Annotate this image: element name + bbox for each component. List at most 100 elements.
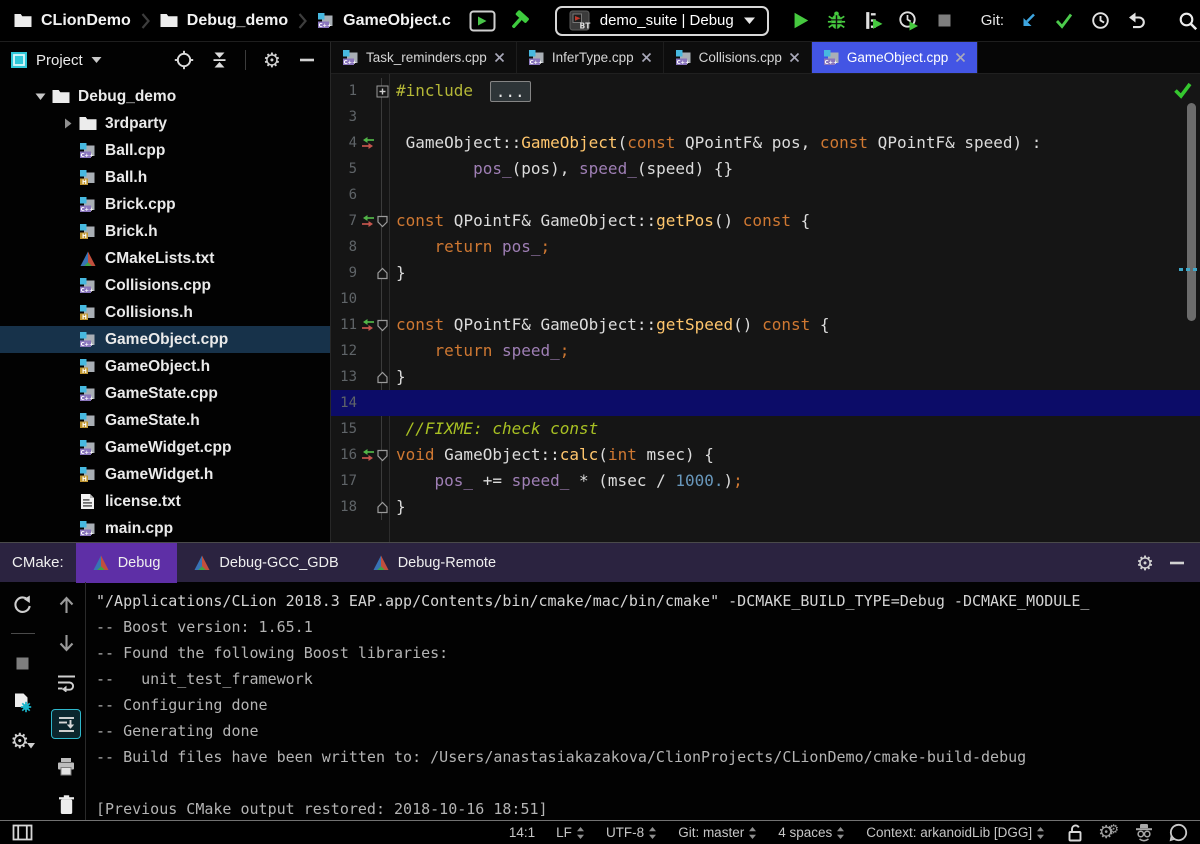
code-line[interactable]: 4 GameObject::GameObject(const QPointF& … [331,130,1200,156]
privacy-icon[interactable] [1134,823,1154,842]
cmake-settings-button[interactable]: ⚙ [10,729,36,753]
cmake-profile-tab-debug-gcc-gdb[interactable]: Debug-GCC_GDB [177,543,355,583]
panel-settings-button[interactable]: ⚙ [259,47,285,73]
code-line[interactable]: 15 //FIXME: check const [331,416,1200,442]
profile-button[interactable] [895,7,923,35]
collapse-all-button[interactable] [206,47,232,73]
code-line[interactable]: 16void GameObject::calc(int msec) { [331,442,1200,468]
tree-item-3rdparty[interactable]: 3rdparty [0,110,330,137]
print-button[interactable] [53,754,79,778]
hide-panel-button[interactable] [294,47,320,73]
scroll-to-end-button[interactable] [51,709,81,739]
search-everywhere-button[interactable] [1174,7,1200,35]
project-view-selector[interactable]: Project [10,51,102,69]
tree-item-collisions-h[interactable]: HCollisions.h [0,299,330,326]
status-item-context-arkanoidlib-dgg-[interactable]: Context: arkanoidLib [DGG] [866,825,1045,840]
nav-arrows-icon[interactable] [359,136,376,150]
tree-item-brick-cpp[interactable]: C++Brick.cpp [0,191,330,218]
tree-item-gameobject-h[interactable]: HGameObject.h [0,353,330,380]
tree-item-collisions-cpp[interactable]: C++Collisions.cpp [0,272,330,299]
git-update-project-button[interactable] [1014,7,1042,35]
soft-wrap-button[interactable] [53,670,79,694]
status-item-14-1[interactable]: 14:1 [509,825,535,840]
code-line[interactable]: 6 [331,182,1200,208]
nav-arrows-icon[interactable] [359,214,376,228]
breadcrumb-item[interactable]: Debug_demo [160,12,288,30]
tree-item-brick-h[interactable]: HBrick.h [0,218,330,245]
tree-expander-icon[interactable] [57,117,77,130]
code-line[interactable]: 10 [331,286,1200,312]
close-tab-icon[interactable] [494,52,505,63]
editor-tab-task-reminders-cpp[interactable]: C++Task_reminders.cpp [331,42,517,73]
stop-button[interactable] [931,7,959,35]
tree-item-gamewidget-cpp[interactable]: C++GameWidget.cpp [0,434,330,461]
fold-start-icon[interactable] [376,449,389,462]
status-item-4-spaces[interactable]: 4 spaces [778,825,845,840]
code-line[interactable]: 8 return pos_; [331,234,1200,260]
cmake-profile-tab-debug-remote[interactable]: Debug-Remote [356,543,513,583]
toolwindow-toggle-icon[interactable] [12,824,33,841]
close-tab-icon[interactable] [641,52,652,63]
editor-tab-gameobject-cpp[interactable]: C++GameObject.cpp [812,42,978,73]
run-anything-button[interactable] [469,7,497,35]
editor-tab-collisions-cpp[interactable]: C++Collisions.cpp [664,42,812,73]
hide-cmake-panel-icon[interactable] [1170,561,1184,565]
tree-item-main-cpp[interactable]: C++main.cpp [0,515,330,542]
run-button[interactable] [787,7,815,35]
code-line[interactable]: 14 [331,390,1200,416]
git-rollback-button[interactable] [1122,7,1150,35]
fold-end-icon[interactable] [376,371,389,384]
tree-item-license-txt[interactable]: license.txt [0,488,330,515]
code-editor[interactable]: 1#include ...34 GameObject::GameObject(c… [331,74,1200,542]
coverage-button[interactable] [859,7,887,35]
tree-item-gamestate-cpp[interactable]: C++GameState.cpp [0,380,330,407]
tree-item-ball-h[interactable]: HBall.h [0,164,330,191]
code-line[interactable]: 1#include ... [331,78,1200,104]
fold-end-icon[interactable] [376,501,389,514]
code-line[interactable]: 13} [331,364,1200,390]
build-button[interactable] [505,7,533,35]
code-line[interactable]: 11const QPointF& GameObject::getSpeed() … [331,312,1200,338]
fold-start-icon[interactable] [376,215,389,228]
stop-cmake-button[interactable] [10,651,36,675]
nav-arrows-icon[interactable] [359,318,376,332]
close-tab-icon[interactable] [789,52,800,63]
clear-all-button[interactable] [53,793,79,817]
code-line[interactable]: 7const QPointF& GameObject::getPos() con… [331,208,1200,234]
next-message-button[interactable] [53,631,79,655]
tree-item-gamestate-h[interactable]: HGameState.h [0,407,330,434]
fold-plus-icon[interactable] [376,85,389,98]
tree-item-gamewidget-h[interactable]: HGameWidget.h [0,461,330,488]
tree-item-debug-demo[interactable]: Debug_demo [0,83,330,110]
code-line[interactable]: 9} [331,260,1200,286]
tree-item-cmakelists-txt[interactable]: CMakeLists.txt [0,245,330,272]
event-log-icon[interactable] [1169,823,1188,842]
code-line[interactable]: 17 pos_ += speed_ * (msec / 1000.); [331,468,1200,494]
code-line[interactable]: 12 return speed_; [331,338,1200,364]
fold-start-icon[interactable] [376,319,389,332]
status-item-git-master[interactable]: Git: master [678,825,757,840]
git-commit-button[interactable] [1050,7,1078,35]
cmake-settings-gear-icon[interactable]: ⚙ [1136,553,1154,573]
tree-expander-icon[interactable] [30,90,50,103]
prev-message-button[interactable] [53,592,79,616]
folded-region[interactable]: ... [490,81,531,102]
code-line[interactable]: 18} [331,494,1200,520]
background-tasks-icon[interactable]: ⚙⚙ [1098,824,1119,842]
open-cmakelists-button[interactable] [10,690,36,714]
status-item-utf-8[interactable]: UTF-8 [606,825,657,840]
cmake-profile-tab-debug[interactable]: Debug [76,543,178,583]
debug-button[interactable] [823,7,851,35]
tree-item-ball-cpp[interactable]: C++Ball.cpp [0,137,330,164]
nav-arrows-icon[interactable] [359,448,376,462]
locate-file-button[interactable] [171,47,197,73]
code-line[interactable]: 3 [331,104,1200,130]
fold-end-icon[interactable] [376,267,389,280]
status-item-lf[interactable]: LF [556,825,585,840]
unlock-icon[interactable] [1067,824,1083,842]
run-configuration-select[interactable]: BT demo_suite | Debug [555,6,769,36]
git-history-button[interactable] [1086,7,1114,35]
editor-tab-infertype-cpp[interactable]: C++InferType.cpp [517,42,664,73]
close-tab-icon[interactable] [955,52,966,63]
breadcrumb-item[interactable]: C++GameObject.c [317,12,451,30]
